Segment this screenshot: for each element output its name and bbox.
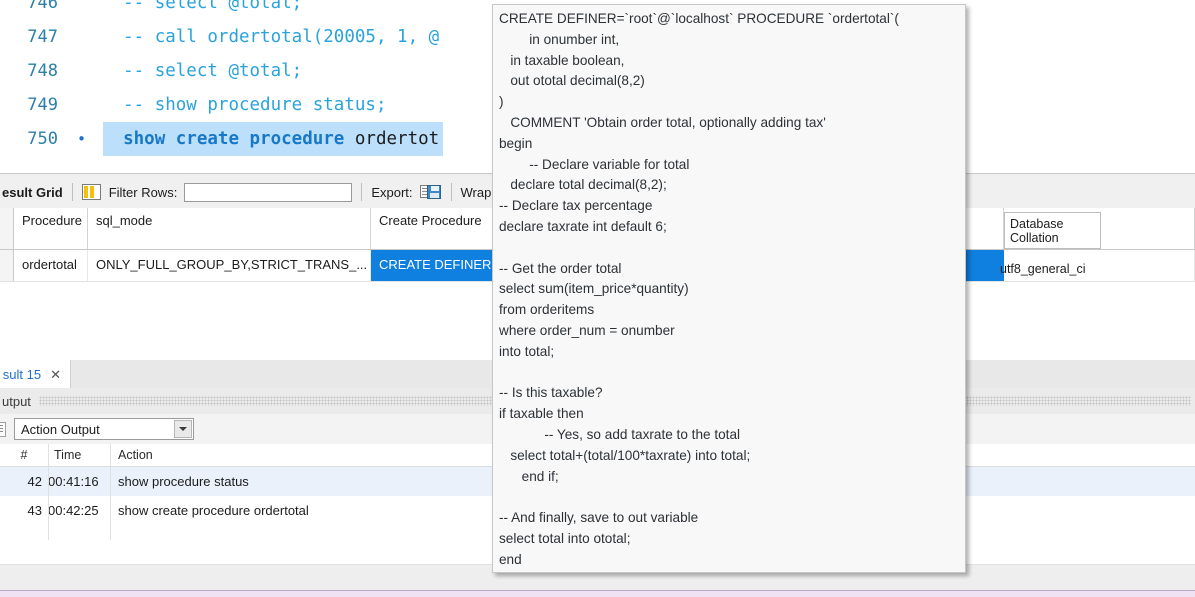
- column-header-procedure[interactable]: Procedure: [14, 208, 88, 249]
- result-tab-label: sult 15: [2, 366, 42, 382]
- cell-procedure[interactable]: ordertotal: [14, 250, 88, 281]
- action-row-time: 00:42:25: [48, 503, 99, 518]
- line-number: 746: [27, 0, 58, 13]
- tooltip-line: [499, 487, 959, 508]
- action-row-num: 43: [27, 503, 42, 518]
- chevron-down-icon[interactable]: [174, 420, 192, 438]
- tooltip-line: CREATE DEFINER=`root`@`localhost` PROCED…: [499, 11, 899, 26]
- tooltip-line: select total+(total/100*taxrate) into to…: [499, 447, 751, 463]
- row-header-corner: [0, 208, 14, 249]
- tooltip-line: COMMENT 'Obtain order total, optionally …: [499, 114, 826, 130]
- tooltip-line: -- Declare variable for total: [499, 156, 690, 172]
- list-icon[interactable]: [0, 421, 6, 437]
- column-header-num: #: [20, 448, 28, 462]
- output-view-selected-value: Action Output: [21, 421, 100, 437]
- tooltip-line: into total;: [499, 343, 555, 359]
- export-save-icon[interactable]: [419, 184, 442, 201]
- tooltip-line: ): [499, 94, 504, 110]
- result-tab[interactable]: sult 15 ✕: [0, 360, 71, 388]
- close-icon[interactable]: ✕: [50, 368, 61, 381]
- action-row-time: 00:41:16: [48, 474, 99, 489]
- output-panel-title: utput: [2, 393, 31, 409]
- line-text: -- show procedure status;: [123, 95, 387, 115]
- tooltip-line: in onumber int,: [499, 31, 620, 47]
- statement-marker-icon[interactable]: •: [71, 122, 93, 156]
- procedure-definition-tooltip: CREATE DEFINER=`root`@`localhost` PROCED…: [492, 4, 966, 573]
- line-text: -- select @total;: [123, 0, 303, 13]
- toolbar-separator: [361, 183, 363, 201]
- column-header-sql-mode[interactable]: sql_mode: [88, 208, 371, 249]
- line-text: -- select @total;: [123, 61, 303, 81]
- sql-identifier: ordertot: [354, 129, 440, 149]
- line-number: 750: [27, 129, 58, 149]
- line-number: 748: [27, 61, 58, 81]
- tooltip-line: where order_num = onumber: [499, 322, 675, 338]
- result-grid-title: esult Grid: [2, 184, 63, 200]
- tooltip-line: [499, 363, 959, 384]
- tooltip-line: end if;: [499, 468, 559, 484]
- line-number: 749: [27, 95, 58, 115]
- sql-keywords: show create procedure: [123, 129, 355, 149]
- column-header-time: Time: [54, 448, 82, 462]
- line-number: 747: [27, 27, 58, 47]
- tooltip-line: -- Is this taxable?: [499, 385, 603, 401]
- line-text: -- call ordertotal(20005, 1, @: [123, 27, 440, 47]
- output-column-divider: [48, 444, 49, 540]
- tooltip-line: end: [499, 551, 522, 567]
- tooltip-line: -- Yes, so add taxrate to the total: [499, 426, 741, 442]
- export-label: Export:: [371, 184, 413, 200]
- tooltip-line: -- Get the order total: [499, 260, 622, 276]
- floppy-shape: [426, 184, 441, 199]
- tooltip-line: out ototal decimal(8,2): [499, 73, 645, 89]
- collation-header-line-1: Database: [1010, 217, 1064, 231]
- tooltip-line: -- Declare tax percentage: [499, 198, 653, 214]
- tooltip-line: in taxable boolean,: [499, 52, 625, 68]
- tooltip-line: if taxable then: [499, 406, 584, 422]
- tooltip-line: declare total decimal(8,2);: [499, 177, 667, 193]
- grid-icon[interactable]: [81, 184, 101, 200]
- cell-sql-mode[interactable]: ONLY_FULL_GROUP_BY,STRICT_TRANS_...: [88, 250, 371, 281]
- tooltip-line: select sum(item_price*quantity): [499, 281, 689, 297]
- tooltip-line: declare taxrate int default 6;: [499, 218, 667, 234]
- tooltip-line: from orderitems: [499, 302, 595, 318]
- tooltip-line: -- And finally, save to out variable: [499, 510, 699, 526]
- filter-rows-input[interactable]: [184, 182, 353, 202]
- filter-rows-label: Filter Rows:: [108, 184, 178, 200]
- column-header-database-collation[interactable]: Database Collation: [1004, 212, 1101, 249]
- toolbar-separator: [71, 183, 73, 201]
- toolbar-separator: [450, 183, 452, 201]
- cell-database-collation[interactable]: utf8_general_ci: [1000, 262, 1085, 276]
- output-column-divider: [110, 444, 111, 540]
- mysql-workbench-window: 746 -- select @total; 747 -- call ordert…: [0, 0, 1195, 597]
- output-view-select[interactable]: Action Output: [14, 418, 194, 440]
- tooltip-line: begin: [499, 135, 533, 151]
- action-row-num: 42: [27, 474, 42, 489]
- row-header-cell[interactable]: [0, 250, 14, 281]
- collation-header-line-2: Collation: [1010, 231, 1059, 245]
- line-text: show create procedure ordertot: [103, 122, 444, 156]
- tooltip-line: [499, 238, 959, 259]
- tooltip-line: select total into ototal;: [499, 530, 631, 546]
